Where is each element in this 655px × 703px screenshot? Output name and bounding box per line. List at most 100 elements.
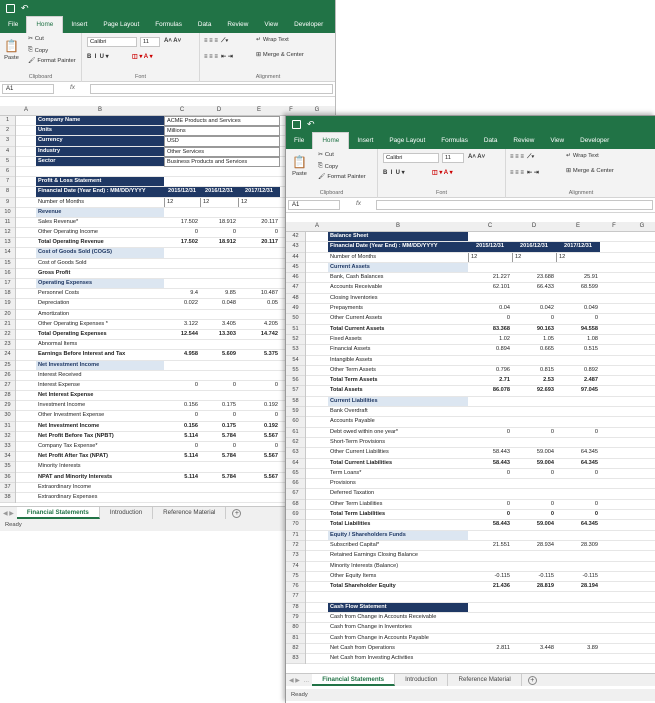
merge-center-button[interactable]: ⊞ Merge & Center xyxy=(566,168,614,174)
value-cell[interactable]: 12 xyxy=(512,252,556,262)
value-cell[interactable]: 59.004 xyxy=(512,448,556,457)
row-label-cell[interactable]: Cash from Change in Accounts Receivable xyxy=(328,613,468,622)
row-label-cell[interactable]: Profit & Loss Statement xyxy=(36,177,164,187)
value-cell[interactable]: 5.114 xyxy=(164,432,200,441)
tab-data[interactable]: Data xyxy=(476,137,506,149)
value-cell[interactable]: 0 xyxy=(200,381,238,390)
value-cell[interactable]: 0.815 xyxy=(512,366,556,375)
tab-developer[interactable]: Developer xyxy=(286,21,331,33)
row-number[interactable]: 12 xyxy=(0,228,15,239)
row-label-cell[interactable]: Other Investment Expense xyxy=(36,411,164,420)
value-cell[interactable]: 1.08 xyxy=(556,335,600,344)
row-label-cell[interactable]: Bank Overdraft xyxy=(328,407,468,416)
row-number[interactable]: 3 xyxy=(0,136,15,147)
tab-review[interactable]: Review xyxy=(505,137,542,149)
row-label-cell[interactable]: Financial Assets xyxy=(328,345,468,354)
row-number[interactable]: 65 xyxy=(286,469,305,480)
row-number[interactable]: 61 xyxy=(286,428,305,438)
wrap-text-button[interactable]: ↵ Wrap Text xyxy=(256,37,289,43)
row-label-cell[interactable]: Accounts Payable xyxy=(328,417,468,426)
row-label-cell[interactable]: Sales Revenue* xyxy=(36,218,164,227)
row-number[interactable]: 46 xyxy=(286,273,305,284)
sheet-nav-arrows[interactable]: ◀ ▶ … xyxy=(286,677,312,684)
row-number[interactable]: 82 xyxy=(286,644,305,655)
value-cell[interactable]: 64.345 xyxy=(556,520,600,529)
value-cell[interactable]: 3.89 xyxy=(556,644,600,653)
fx-icon[interactable]: fx xyxy=(356,200,361,207)
row-number[interactable]: 80 xyxy=(286,623,305,634)
cut-button[interactable]: ✂ Cut xyxy=(318,152,334,158)
font-color-button[interactable]: ◫ ▾ A ▾ xyxy=(432,169,453,176)
value-cell[interactable]: 0.515 xyxy=(556,345,600,354)
value-cell[interactable]: 3.448 xyxy=(512,644,556,653)
value-cell[interactable]: 20.117 xyxy=(238,238,280,247)
row-label-cell[interactable]: Abnormal Items xyxy=(36,340,164,349)
row-number[interactable]: 51 xyxy=(286,325,305,335)
row-number[interactable]: 60 xyxy=(286,417,305,428)
value-cell[interactable]: 5.114 xyxy=(164,473,200,482)
value-cell[interactable]: 0 xyxy=(512,500,556,509)
row-label-cell[interactable]: Other Current Assets xyxy=(328,314,468,323)
sheet-tab-financial-statements[interactable]: Financial Statements xyxy=(312,674,396,686)
font-color-button[interactable]: ◫ ▾ A ▾ xyxy=(132,53,153,60)
value-cell[interactable]: 0 xyxy=(200,411,238,420)
value-cell[interactable]: 5.114 xyxy=(164,452,200,461)
value-cell[interactable]: 0 xyxy=(164,381,200,390)
tab-formulas[interactable]: Formulas xyxy=(433,137,476,149)
row-label-cell[interactable]: Amortization xyxy=(36,310,164,319)
row-label-cell[interactable]: Total Current Liabilities xyxy=(328,459,468,468)
row-number[interactable]: 50 xyxy=(286,314,305,325)
value-cell[interactable]: 0 xyxy=(556,500,600,509)
row-label-cell[interactable]: Total Term Assets xyxy=(328,376,468,385)
value-cell[interactable]: 9.85 xyxy=(200,289,238,298)
row-label-cell[interactable]: Net Cash from Operations xyxy=(328,644,468,653)
value-cell[interactable]: 1.05 xyxy=(512,335,556,344)
row-label-cell[interactable]: Closing Inventories xyxy=(328,294,468,303)
sheet-grid[interactable]: Balance Sheet Financial Date (Year End) :… xyxy=(306,232,655,665)
row-number[interactable]: 49 xyxy=(286,304,305,315)
row-label-cell[interactable]: Total Operating Expenses xyxy=(36,330,164,339)
row-label-cell[interactable]: Net Investment Income xyxy=(36,360,164,370)
formula-input[interactable] xyxy=(90,84,333,94)
row-number[interactable]: 28 xyxy=(0,391,15,402)
row-label-cell[interactable]: Accounts Receivable xyxy=(328,283,468,292)
company-info-cell[interactable]: ACME Products and Services xyxy=(164,116,280,127)
row-number[interactable]: 70 xyxy=(286,520,305,531)
row-number[interactable]: 54 xyxy=(286,356,305,366)
company-info-cell[interactable]: Other Services xyxy=(164,146,280,157)
value-cell[interactable]: 13.303 xyxy=(200,330,238,339)
row-label-cell[interactable]: Industry xyxy=(36,146,164,156)
value-cell[interactable]: 0.05 xyxy=(238,299,280,308)
row-label-cell[interactable]: Short-Term Provisions xyxy=(328,438,468,447)
value-cell[interactable]: 5.567 xyxy=(238,432,280,441)
value-cell[interactable]: 17.502 xyxy=(164,238,200,247)
row-number[interactable]: 18 xyxy=(0,289,15,300)
name-box[interactable]: A1 xyxy=(2,84,54,94)
value-cell[interactable]: 3.405 xyxy=(200,320,238,329)
row-number[interactable]: 73 xyxy=(286,551,305,562)
value-cell[interactable]: 12 xyxy=(200,197,238,207)
save-icon[interactable] xyxy=(6,3,15,13)
value-cell[interactable]: 1.02 xyxy=(468,335,512,344)
row-number[interactable]: 47 xyxy=(286,283,305,294)
row-number[interactable]: 58 xyxy=(286,397,305,408)
row-label-cell[interactable]: Interest Received xyxy=(36,371,164,380)
row-label-cell[interactable]: Total Operating Revenue xyxy=(36,238,164,247)
value-cell[interactable]: 92.693 xyxy=(512,386,556,395)
value-cell[interactable]: 18.912 xyxy=(200,218,238,227)
value-cell[interactable]: 12 xyxy=(238,197,280,207)
row-label-cell[interactable]: Minority Interests (Balance) xyxy=(328,562,468,571)
row-label-cell[interactable]: Financial Date (Year End) : MM/DD/YYYY xyxy=(36,187,164,197)
row-label-cell[interactable]: Revenue xyxy=(36,207,164,217)
row-label-cell[interactable]: Total Current Assets xyxy=(328,325,468,334)
font-name-box[interactable]: Calibri xyxy=(87,37,137,47)
value-cell[interactable]: 0 xyxy=(238,442,280,451)
row-label-cell[interactable]: Total Liabilities xyxy=(328,520,468,529)
value-cell[interactable]: 2015/12/31 xyxy=(468,242,512,252)
value-cell[interactable]: 0.042 xyxy=(512,304,556,313)
tab-formulas[interactable]: Formulas xyxy=(147,21,190,33)
row-label-cell[interactable]: Net Profit Before Tax (NPBT) xyxy=(36,432,164,441)
value-cell[interactable]: 12 xyxy=(556,252,600,262)
row-label-cell[interactable]: Debt owed within one year* xyxy=(328,428,468,437)
row-label-cell[interactable]: Number of Months xyxy=(328,253,468,262)
